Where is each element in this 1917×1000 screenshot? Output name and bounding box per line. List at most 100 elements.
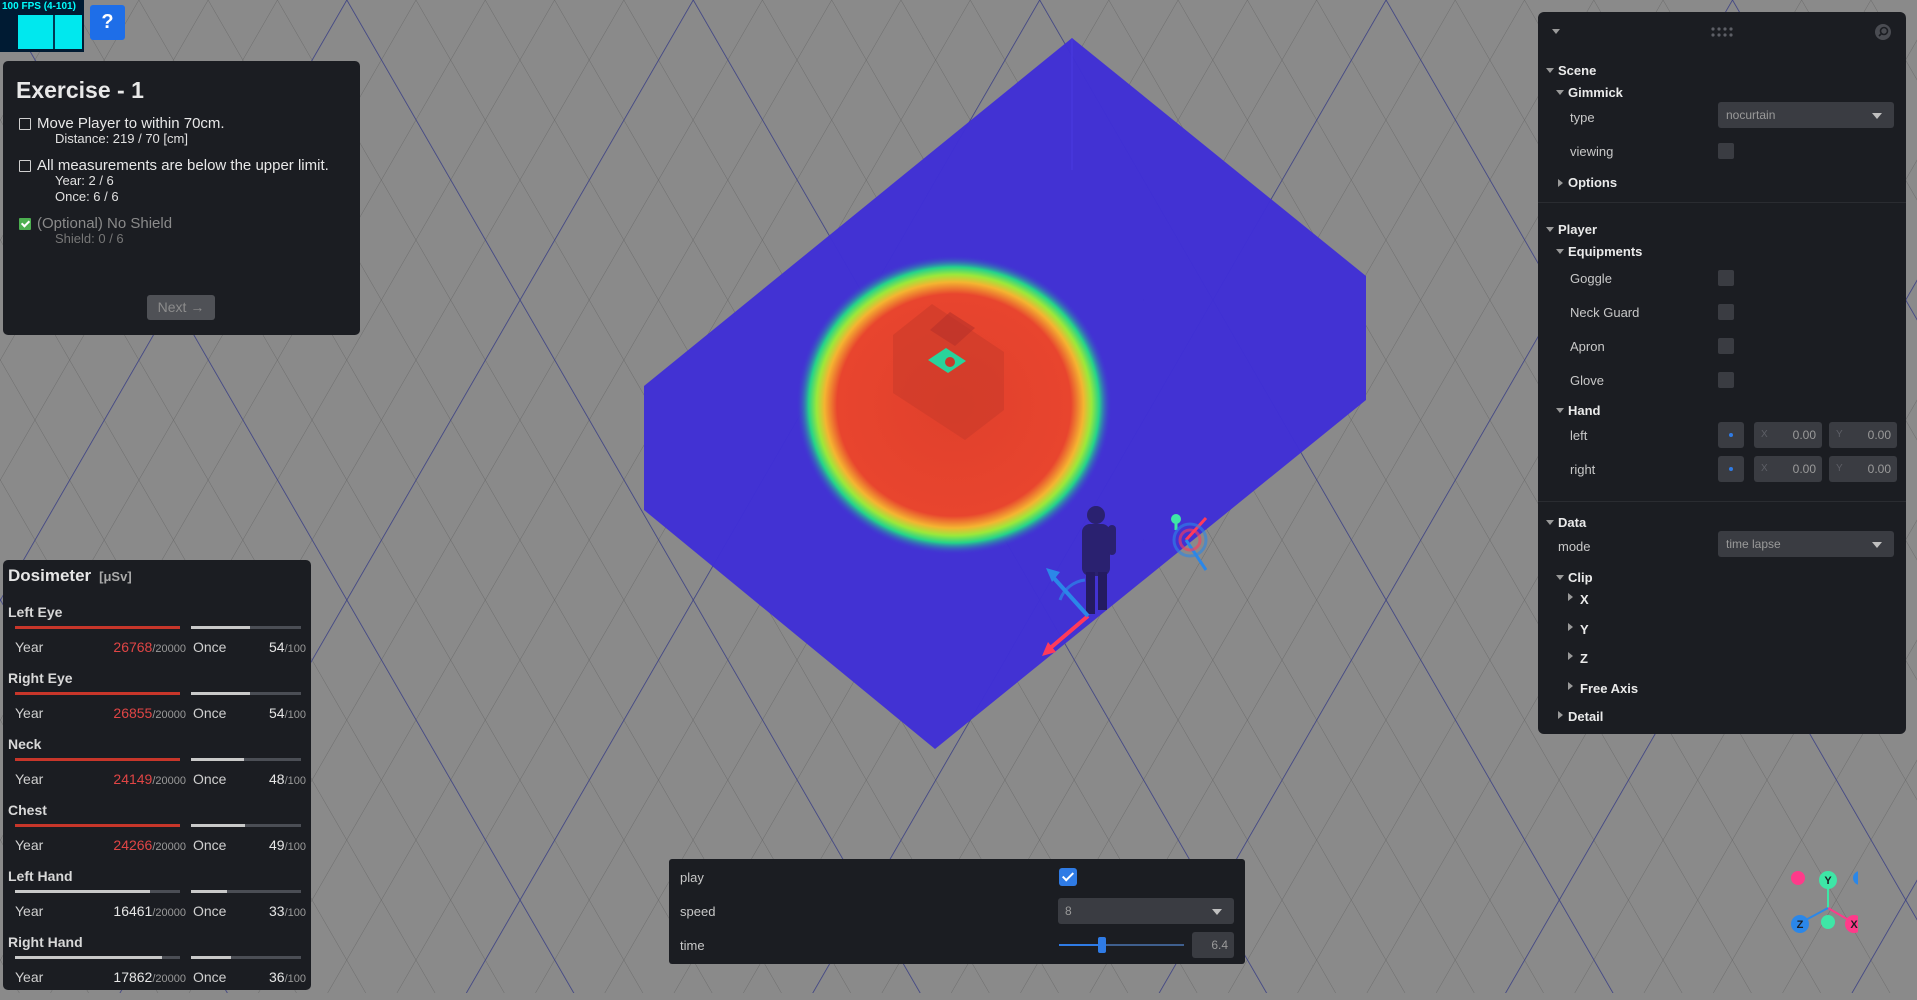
task-label: Move Player to within 70cm. (37, 115, 225, 132)
search-icon[interactable] (1874, 23, 1892, 41)
neg-z-axis-dot[interactable] (1853, 871, 1858, 885)
drag-handle-icon[interactable] (1710, 26, 1734, 38)
neg-x-axis-dot[interactable] (1791, 871, 1805, 885)
play-checkbox[interactable] (1059, 868, 1077, 886)
hand-right-x-input[interactable]: X 0.00 (1754, 456, 1822, 482)
year-dose-bar (15, 956, 180, 959)
year-dose-max: /20000 (152, 907, 186, 919)
equip-glove-label: Glove (1570, 373, 1604, 388)
hand-folder[interactable]: Hand (1568, 403, 1601, 418)
speed-value: 8 (1065, 904, 1072, 918)
equip-goggle-checkbox[interactable] (1718, 270, 1734, 286)
clip-folder[interactable]: Clip (1568, 570, 1593, 585)
year-dose-max: /20000 (152, 643, 186, 655)
equip-neck-guard-checkbox[interactable] (1718, 304, 1734, 320)
once-label: Once (193, 771, 227, 787)
viewing-label: viewing (1570, 144, 1614, 159)
divider (1538, 501, 1906, 502)
hand-chevron-down-icon (1556, 408, 1564, 413)
body-part-label: Neck (8, 736, 42, 752)
scene-folder[interactable]: Scene (1558, 63, 1596, 78)
speed-select[interactable]: 8 (1058, 898, 1234, 924)
equipments-folder[interactable]: Equipments (1568, 244, 1642, 259)
data-folder[interactable]: Data (1558, 515, 1586, 530)
equipments-chevron-down-icon (1556, 249, 1564, 254)
viewing-checkbox[interactable] (1718, 143, 1734, 159)
hand-left-pad[interactable] (1718, 422, 1744, 448)
equip-neck-guard-label: Neck Guard (1570, 305, 1640, 320)
exercise-title: Exercise - 1 (16, 77, 144, 103)
equip-glove-checkbox[interactable] (1718, 372, 1734, 388)
collapse-icon[interactable] (1552, 29, 1560, 34)
year-dose-max: /20000 (152, 841, 186, 853)
exercise-panel: Exercise - 1 Move Player to within 70cm.… (3, 61, 360, 335)
axis-label: X (1761, 429, 1768, 440)
once-dose-bar-fill (191, 956, 231, 959)
hand-right-y-input[interactable]: Y 0.00 (1829, 456, 1897, 482)
dosimeter-panel: Dosimeter [μSv] Left Eye Year 26768/20000 On… (3, 560, 311, 990)
time-slider-fill (1059, 944, 1102, 946)
equip-apron-label: Apron (1570, 339, 1605, 354)
year-dose-value: 26768/20000 (93, 639, 186, 655)
hand-left-x-input[interactable]: X 0.00 (1754, 422, 1822, 448)
once-dose-max: /100 (284, 907, 306, 919)
axis-orientation-gizmo[interactable]: Y Z X (1778, 862, 1858, 942)
once-dose-number: 33 (269, 903, 285, 919)
once-label: Once (193, 639, 227, 655)
divider (1538, 202, 1906, 203)
options-folder[interactable]: Options (1568, 175, 1617, 190)
hand-left-y-input[interactable]: Y 0.00 (1829, 422, 1897, 448)
once-dose-max: /100 (284, 709, 306, 721)
time-slider-thumb[interactable] (1097, 937, 1106, 953)
detail-chevron-right-icon (1558, 711, 1563, 719)
axis-label: X (1761, 463, 1768, 474)
player-folder[interactable]: Player (1558, 222, 1597, 237)
dosimeter-unit: [μSv] (99, 569, 132, 584)
once-dose-value: 54/100 (243, 639, 306, 655)
dosimeter-title: Dosimeter (8, 566, 92, 585)
free-axis-chevron-right-icon (1568, 682, 1573, 690)
gimmick-chevron-down-icon (1556, 90, 1564, 95)
help-button[interactable]: ? (90, 5, 125, 40)
gimmick-folder[interactable]: Gimmick (1568, 85, 1623, 100)
once-dose-value: 33/100 (243, 903, 306, 919)
clip-x-folder[interactable]: X (1580, 592, 1589, 607)
year-label: Year (15, 837, 44, 853)
hand-right-pad[interactable] (1718, 456, 1744, 482)
time-slider[interactable] (1059, 944, 1184, 946)
data-mode-select[interactable]: time lapse (1718, 531, 1894, 557)
once-dose-bar (191, 758, 301, 761)
time-input[interactable]: 6.4 (1192, 932, 1234, 958)
detail-folder[interactable]: Detail (1568, 709, 1603, 724)
once-dose-value: 48/100 (243, 771, 306, 787)
free-axis-folder[interactable]: Free Axis (1580, 681, 1638, 696)
clip-x-chevron-right-icon (1568, 593, 1573, 601)
year-dose-bar-fill (15, 626, 180, 629)
task-detail: Once: 6 / 6 (55, 189, 119, 204)
clip-z-chevron-right-icon (1568, 652, 1573, 660)
gimmick-type-select[interactable]: nocurtain (1718, 102, 1894, 128)
neg-y-axis-dot[interactable] (1821, 915, 1835, 929)
year-dose-number: 26855 (113, 705, 153, 721)
speed-label: speed (680, 904, 716, 919)
equip-apron-checkbox[interactable] (1718, 338, 1734, 354)
year-dose-number: 24149 (113, 771, 153, 787)
hand-left-y-value: 0.00 (1867, 428, 1891, 442)
year-dose-number: 17862 (113, 969, 153, 985)
panel-titlebar[interactable] (1538, 12, 1906, 52)
axis-label: Y (1836, 429, 1843, 440)
hand-right-x-value: 0.00 (1792, 462, 1816, 476)
time-label: time (680, 938, 705, 953)
once-dose-bar-fill (191, 626, 251, 629)
clip-z-folder[interactable]: Z (1580, 651, 1588, 666)
year-dose-number: 26768 (113, 639, 153, 655)
year-dose-value: 24149/20000 (93, 771, 186, 787)
clip-y-folder[interactable]: Y (1580, 622, 1589, 637)
once-dose-max: /100 (284, 841, 306, 853)
year-dose-bar (15, 758, 180, 761)
next-button[interactable]: Next → (147, 295, 215, 320)
once-dose-number: 36 (269, 969, 285, 985)
year-dose-value: 17862/20000 (93, 969, 186, 985)
task-label: (Optional) No Shield (37, 215, 173, 232)
task-checkbox (19, 118, 31, 130)
